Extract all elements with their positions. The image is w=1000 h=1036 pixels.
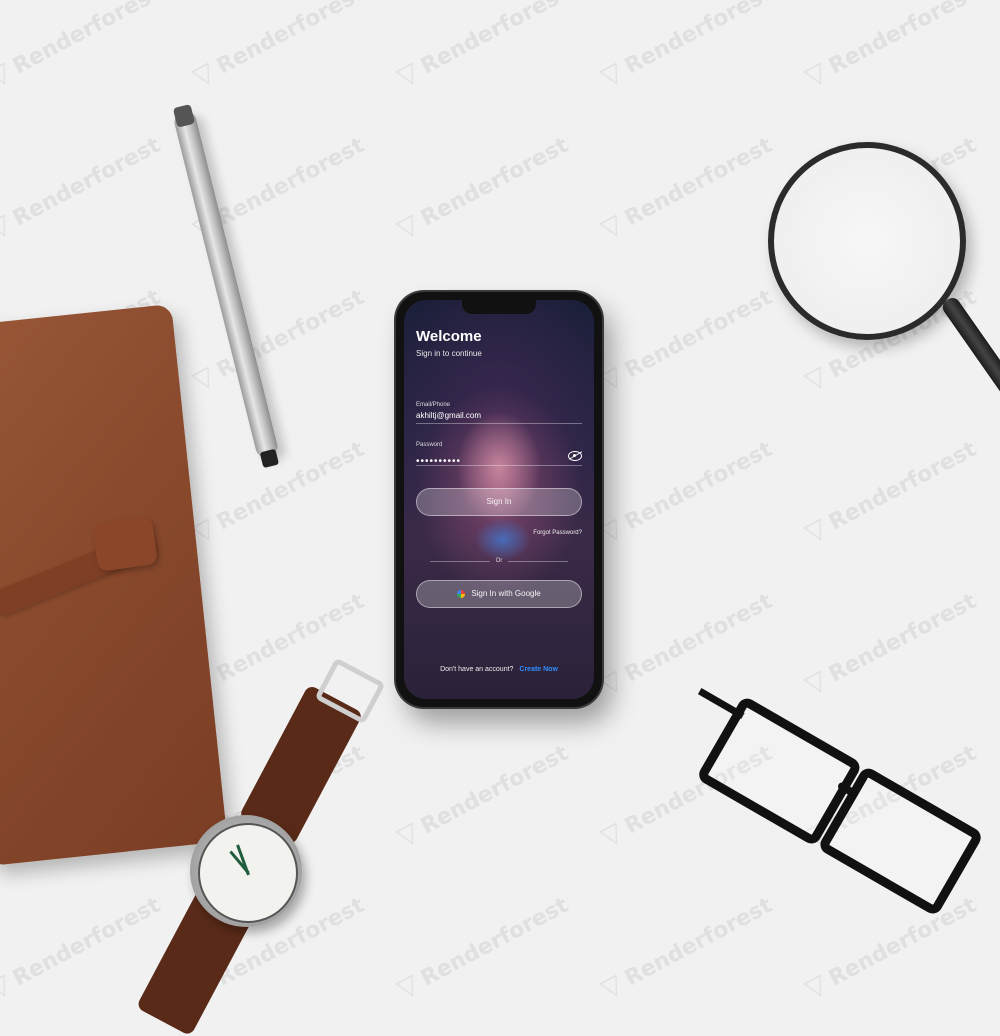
watermark-label: Renderforest (620, 436, 777, 536)
watermark-label: Renderforest (824, 588, 981, 688)
watermark-logo-icon: ▽ (0, 208, 16, 245)
silver-pen (172, 104, 280, 469)
magnifying-glass-lens (768, 142, 966, 340)
no-account-text: Don't have an account? (440, 666, 514, 673)
password-label: Password (416, 442, 443, 448)
watermark-text: ▽Renderforest (596, 433, 777, 549)
watermark-label: Renderforest (416, 132, 573, 232)
watermark-text: ▽Renderforest (188, 281, 369, 397)
watermark-logo-icon: ▽ (800, 512, 832, 549)
welcome-subtitle: Sign in to continue (416, 349, 482, 358)
watermark-text: ▽Renderforest (188, 433, 369, 549)
watermark-label: Renderforest (620, 132, 777, 232)
watermark-logo-icon: ▽ (392, 208, 424, 245)
watermark-label: Renderforest (416, 740, 573, 840)
pen-tip (259, 448, 280, 469)
watermark-text: ▽Renderforest (0, 129, 165, 245)
watch-face (198, 823, 298, 923)
watermark-text: ▽Renderforest (800, 585, 981, 701)
watermark-logo-icon: ▽ (596, 968, 628, 1000)
login-form: Welcome Sign in to continue Email/Phone … (404, 300, 594, 699)
watermark-label: Renderforest (620, 284, 777, 384)
divider-line-left (429, 560, 490, 562)
watermark-text: ▽Renderforest (0, 889, 165, 1000)
google-sign-in-button[interactable]: Sign In with Google (416, 580, 582, 608)
google-icon (457, 590, 466, 598)
watermark-logo-icon: ▽ (800, 56, 832, 93)
watermark-label: Renderforest (212, 0, 369, 80)
watermark-text: ▽Renderforest (392, 889, 573, 1000)
password-field[interactable]: •••••••••• (416, 451, 582, 467)
pen-cap (172, 104, 196, 128)
notebook-clasp (91, 516, 159, 572)
desk-background: ▽Renderforest ▽Renderforest ▽Renderforest ▽… (0, 0, 1000, 1036)
forgot-password-link[interactable]: Forgot Password? (416, 530, 582, 536)
phone-notch (462, 300, 536, 314)
watermark-label: Renderforest (416, 0, 573, 80)
watermark-text: ▽Renderforest (188, 0, 369, 93)
eyeglasses (614, 640, 1000, 999)
email-field[interactable]: akhiltj@gmail.com (416, 411, 582, 424)
eye-hidden-icon[interactable] (568, 451, 582, 461)
watermark-text: ▽Renderforest (392, 737, 573, 853)
divider-line-right (508, 560, 569, 562)
watermark-text: ▽Renderforest (596, 0, 777, 93)
watermark-label: Renderforest (824, 0, 981, 80)
watermark-text: ▽Renderforest (392, 0, 573, 93)
watermark-text: ▽Renderforest (0, 0, 165, 93)
watermark-logo-icon: ▽ (188, 360, 220, 397)
watermark-logo-icon: ▽ (596, 208, 628, 245)
email-label: Email/Phone (416, 402, 451, 408)
watermark-label: Renderforest (8, 892, 165, 992)
magnifying-glass-handle (939, 294, 1000, 420)
sign-in-button[interactable]: Sign In (416, 488, 582, 516)
signup-prompt: Don't have an account? Create Now (404, 666, 594, 673)
google-sign-in-label: Sign In with Google (471, 589, 541, 598)
or-label: Or (495, 558, 503, 564)
watermark-label: Renderforest (416, 892, 573, 992)
watermark-logo-icon: ▽ (392, 816, 424, 853)
watermark-label: Renderforest (8, 0, 165, 80)
phone-screen: Welcome Sign in to continue Email/Phone … (404, 300, 594, 699)
welcome-title: Welcome (416, 328, 482, 345)
watermark-label: Renderforest (824, 436, 981, 536)
create-account-link[interactable]: Create Now (519, 666, 558, 673)
watermark-text: ▽Renderforest (596, 129, 777, 245)
watermark-text: ▽Renderforest (800, 0, 981, 93)
watermark-text: ▽Renderforest (800, 433, 981, 549)
watermark-label: Renderforest (620, 0, 777, 80)
watermark-text: ▽Renderforest (596, 281, 777, 397)
smartphone: Welcome Sign in to continue Email/Phone … (396, 292, 602, 707)
watermark-label: Renderforest (8, 132, 165, 232)
password-value: •••••••••• (416, 456, 462, 467)
watermark-logo-icon: ▽ (800, 968, 832, 1000)
watermark-logo-icon: ▽ (596, 56, 628, 93)
watermark-logo-icon: ▽ (392, 56, 424, 93)
watermark-logo-icon: ▽ (0, 56, 16, 93)
or-divider: Or (416, 558, 582, 564)
watermark-logo-icon: ▽ (0, 968, 16, 1000)
watermark-label: Renderforest (212, 436, 369, 536)
watermark-label: Renderforest (212, 132, 369, 232)
watermark-logo-icon: ▽ (392, 968, 424, 1000)
watermark-text: ▽Renderforest (392, 129, 573, 245)
wristwatch (190, 815, 302, 927)
watermark-logo-icon: ▽ (188, 56, 220, 93)
watermark-logo-icon: ▽ (800, 360, 832, 397)
